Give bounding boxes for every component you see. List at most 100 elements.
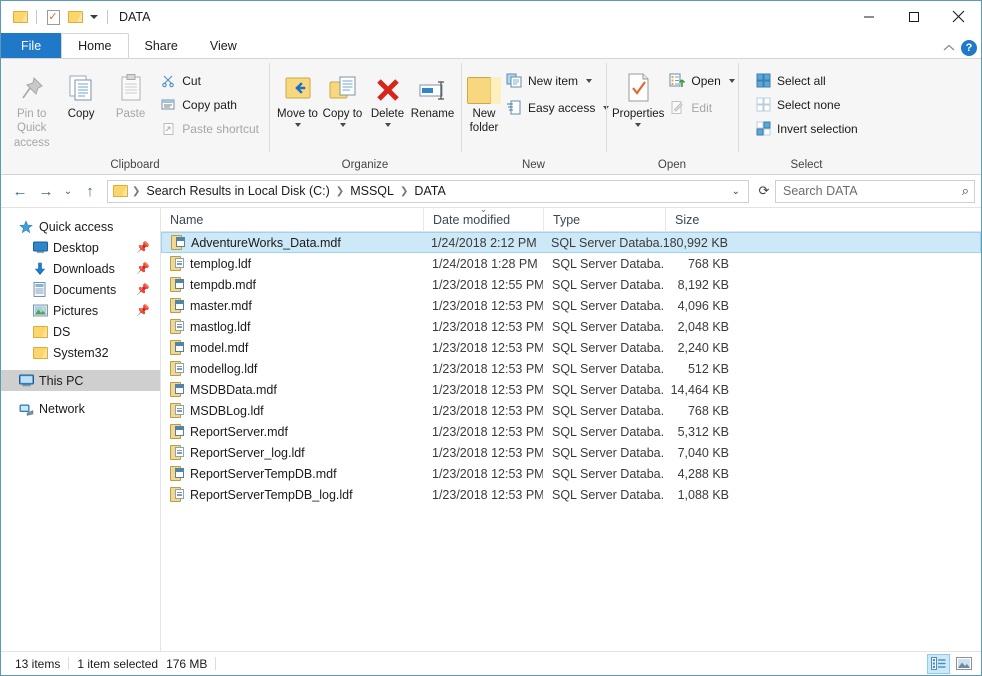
open-chevron-down-icon[interactable] xyxy=(728,78,735,83)
new-item-label: New item xyxy=(528,73,579,88)
copy-button[interactable]: Copy xyxy=(56,64,105,121)
tab-file[interactable]: File xyxy=(1,33,62,58)
table-row[interactable]: ReportServerTempDB.mdf 1/23/2018 12:53 PM… xyxy=(161,463,981,484)
table-row[interactable]: ReportServerTempDB_log.ldf 1/23/2018 12:5… xyxy=(161,484,981,505)
close-button[interactable] xyxy=(936,1,981,32)
sidebar-item-downloads[interactable]: Downloads 📌 xyxy=(1,258,160,279)
open-button[interactable]: Open xyxy=(664,70,738,91)
search-input[interactable] xyxy=(781,183,962,199)
sidebar-item-label: Desktop xyxy=(53,240,99,255)
move-to-chevron-down-icon[interactable] xyxy=(294,123,301,128)
pin-icon xyxy=(17,70,47,104)
search-icon[interactable]: ⌕ xyxy=(962,183,969,199)
select-all-button[interactable]: Select all xyxy=(750,70,862,91)
copy-to-button[interactable]: Copy to xyxy=(320,64,365,128)
table-row[interactable]: mastlog.ldf 1/23/2018 12:53 PM SQL Server … xyxy=(161,316,981,337)
new-folder-button[interactable]: New folder xyxy=(467,64,501,136)
sidebar-item-network[interactable]: Network xyxy=(1,398,160,419)
copy-to-chevron-down-icon[interactable] xyxy=(339,123,346,128)
sidebar-item-desktop[interactable]: Desktop 📌 xyxy=(1,237,160,258)
breadcrumb-item-1[interactable]: MSSQL xyxy=(346,184,398,198)
delete-button[interactable]: Delete xyxy=(365,64,410,128)
breadcrumb-item-2[interactable]: DATA xyxy=(410,184,449,198)
table-row[interactable]: templog.ldf 1/24/2018 1:28 PM SQL Server D… xyxy=(161,253,981,274)
back-arrow-icon[interactable]: ← xyxy=(7,179,33,203)
qat-properties-icon[interactable]: ✓ xyxy=(42,6,64,28)
pin-icon[interactable]: 📌 xyxy=(136,304,150,317)
easy-access-button[interactable]: Easy access xyxy=(501,97,613,118)
up-arrow-icon[interactable]: ↑ xyxy=(77,179,103,203)
select-all-icon xyxy=(754,73,772,88)
qat-chevron-down-icon[interactable] xyxy=(90,15,98,19)
cell-name: ReportServer.mdf xyxy=(161,424,423,439)
column-header-type[interactable]: Type xyxy=(543,207,665,232)
delete-chevron-down-icon[interactable] xyxy=(384,123,391,128)
table-row[interactable]: ReportServer.mdf 1/23/2018 12:53 PM SQL Se… xyxy=(161,421,981,442)
pin-icon[interactable]: 📌 xyxy=(136,262,150,275)
sidebar-item-this-pc[interactable]: This PC xyxy=(1,370,160,391)
table-row[interactable]: modellog.ldf 1/23/2018 12:53 PM SQL Server… xyxy=(161,358,981,379)
sidebar-item-pictures[interactable]: Pictures 📌 xyxy=(1,300,160,321)
forward-arrow-icon[interactable]: → xyxy=(33,179,59,203)
search-box[interactable]: ⌕ xyxy=(775,179,975,203)
cell-date-modified: 1/23/2018 12:53 PM xyxy=(432,487,543,502)
table-row[interactable]: MSDBData.mdf 1/23/2018 12:53 PM SQL Server… xyxy=(161,379,981,400)
minimize-button[interactable] xyxy=(846,1,891,32)
cell-size: 1,088 KB xyxy=(677,487,729,502)
rename-button[interactable]: Rename xyxy=(410,64,455,121)
paste-button[interactable]: Paste xyxy=(106,64,155,121)
table-row[interactable]: model.mdf 1/23/2018 12:53 PM SQL Server Da… xyxy=(161,337,981,358)
large-icons-view-icon[interactable] xyxy=(952,654,975,674)
table-row[interactable]: master.mdf 1/23/2018 12:53 PM SQL Server D… xyxy=(161,295,981,316)
pin-to-quick-access-button[interactable]: Pin to Quick access xyxy=(7,64,56,150)
cut-button[interactable]: Cut xyxy=(155,70,263,91)
breadcrumb-separator: ❯ xyxy=(399,185,409,197)
table-row[interactable]: MSDBLog.ldf 1/23/2018 12:53 PM SQL Server … xyxy=(161,400,981,421)
sidebar-item-documents[interactable]: Documents 📌 xyxy=(1,279,160,300)
breadcrumb[interactable]: ❯ Search Results in Local Disk (C:) ❯ MS… xyxy=(107,179,749,203)
new-item-button[interactable]: New item xyxy=(501,70,613,91)
breadcrumb-dropdown[interactable]: ⌄ xyxy=(726,186,746,197)
details-view-icon[interactable] xyxy=(927,653,950,674)
table-row[interactable]: tempdb.mdf 1/23/2018 12:55 PM SQL Server D… xyxy=(161,274,981,295)
properties-button[interactable]: Properties xyxy=(612,64,664,128)
pin-icon[interactable]: 📌 xyxy=(136,283,150,296)
paste-shortcut-button[interactable]: Paste shortcut xyxy=(155,118,263,139)
file-name-label: MSDBLog.ldf xyxy=(190,403,264,418)
column-header-name[interactable]: Name xyxy=(161,208,423,232)
qat-folder-icon[interactable] xyxy=(9,6,31,28)
select-none-button[interactable]: Select none xyxy=(750,94,862,115)
edit-button[interactable]: Edit xyxy=(664,97,738,118)
collapse-ribbon-chevron-up-icon[interactable] xyxy=(943,41,955,55)
qat-new-folder-icon[interactable] xyxy=(64,6,86,28)
table-row[interactable]: AdventureWorks_Data.mdf 1/24/2018 2:12 PM… xyxy=(161,232,981,253)
column-header-date-modified[interactable]: ⌄ Date modified xyxy=(423,204,543,232)
tab-home[interactable]: Home xyxy=(61,33,129,58)
sidebar-item-ds[interactable]: DS xyxy=(1,321,160,342)
tab-view[interactable]: View xyxy=(194,33,253,58)
recent-locations-chevron-down-icon[interactable]: ⌄ xyxy=(59,179,77,203)
sidebar-item-quick-access[interactable]: Quick access xyxy=(1,216,160,237)
pin-icon[interactable]: 📌 xyxy=(136,241,150,254)
cell-size: 4,096 KB xyxy=(677,298,729,313)
copy-label: Copy xyxy=(67,108,95,120)
new-item-chevron-down-icon[interactable] xyxy=(586,78,593,83)
breadcrumb-item-0[interactable]: Search Results in Local Disk (C:) xyxy=(142,184,333,198)
divider xyxy=(107,10,108,24)
column-header-size[interactable]: Size xyxy=(665,207,740,232)
help-icon[interactable]: ? xyxy=(961,40,977,56)
move-to-button[interactable]: Move to xyxy=(275,64,320,128)
sidebar-item-system32[interactable]: System32 xyxy=(1,342,160,363)
refresh-icon[interactable]: ⟳ xyxy=(753,179,775,203)
select-none-label: Select none xyxy=(777,97,841,112)
copy-path-button[interactable]: Copy path xyxy=(155,94,263,115)
tab-share[interactable]: Share xyxy=(129,33,194,58)
table-row[interactable]: ReportServer_log.ldf 1/23/2018 12:53 PM SQ… xyxy=(161,442,981,463)
sidebar-item-label: Quick access xyxy=(39,219,114,234)
cell-date-modified: 1/23/2018 12:53 PM xyxy=(432,403,543,418)
cell-type: SQL Server Databa... xyxy=(552,340,665,355)
invert-selection-button[interactable]: Invert selection xyxy=(750,118,862,139)
ldf-file-icon xyxy=(170,256,184,271)
maximize-button[interactable] xyxy=(891,1,936,32)
properties-chevron-down-icon[interactable] xyxy=(635,123,642,128)
